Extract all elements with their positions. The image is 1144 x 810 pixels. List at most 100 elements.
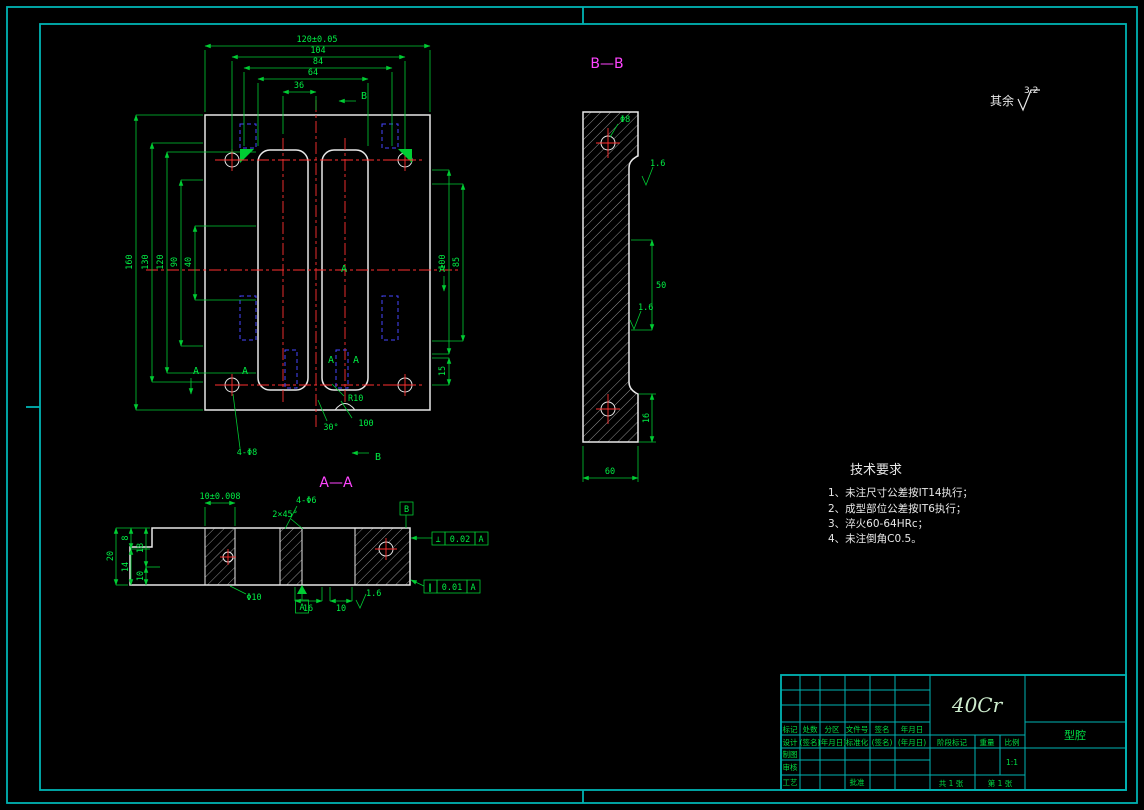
- angle-label: 30°: [323, 423, 338, 433]
- dim-label: 8: [121, 535, 131, 540]
- fcf-perpendicularity: ⊥ 0.02 A: [410, 531, 489, 546]
- aa-chamfer-note: 2×45°: [272, 510, 298, 520]
- dim-label: 20: [106, 551, 116, 561]
- fcf-symbol: ∥: [428, 583, 432, 593]
- part-name: 型腔: [1064, 728, 1086, 742]
- tb-cell: 处数: [803, 724, 818, 734]
- cad-drawing-canvas: 120±0.05 104 84 64 36 160 130 120 90 40 …: [0, 0, 1144, 810]
- radius-label: R10: [348, 394, 363, 404]
- roughness-icon: [641, 166, 654, 187]
- dim-label: 130: [141, 254, 151, 269]
- sheet-frame: [6, 6, 1138, 804]
- fcf-datum: A: [470, 583, 475, 593]
- bb-dim-60: 60: [605, 467, 615, 477]
- tb-cell: (签名): [872, 737, 893, 747]
- tb-cell: 工艺: [783, 778, 798, 787]
- dim-label: 10: [136, 571, 146, 581]
- drawing-sheet: 120±0.05 104 84 64 36 160 130 120 90 40 …: [6, 6, 1138, 804]
- sheet-number: 第 1 张: [988, 778, 1013, 788]
- aa-holes-note: 4-Φ6: [296, 496, 316, 506]
- fcf-datum: A: [478, 535, 483, 545]
- hole-callout: 4-Φ8: [237, 448, 257, 458]
- tb-cell: 标准化: [846, 737, 869, 747]
- top-dimensions: 120±0.05 104 84 64 36: [204, 35, 431, 151]
- section-a-letter: A: [341, 264, 347, 275]
- dim-label: 160: [125, 254, 135, 269]
- tb-cell: 批准: [850, 777, 865, 787]
- stage-label: 阶段标记: [937, 737, 967, 747]
- left-dimensions: 160 130 120 90 40: [125, 114, 256, 411]
- scale-value: 1:1: [1006, 758, 1018, 767]
- section-a-letter: A: [193, 366, 199, 377]
- aa-dim-10: 10: [336, 604, 346, 614]
- hidden-lines: [239, 123, 399, 389]
- dim-label: 120±0.05: [297, 35, 338, 45]
- tech-item: 1、未注尺寸公差按IT14执行；: [828, 486, 973, 499]
- tech-title: 技术要求: [850, 463, 902, 478]
- title-block: 40Cr 型腔 标记 处数 分区 文件号 签名 年月日 设计 (签名) (年月日…: [780, 674, 1127, 791]
- bb-dim-16: 16: [642, 413, 652, 423]
- weight-label: 重量: [980, 738, 995, 747]
- tb-cell: 审核: [783, 762, 798, 772]
- scale-label: 比例: [1005, 737, 1020, 747]
- main-view: 120±0.05 104 84 64 36 160 130 120 90 40 …: [125, 35, 466, 463]
- aa-hatch: [205, 528, 410, 585]
- dim-label: 104: [310, 46, 325, 56]
- sheet-total: 共 1 张: [939, 779, 964, 788]
- surface-note-prefix: 其余: [990, 93, 1014, 108]
- dim-label: 15: [438, 366, 448, 376]
- datum-letter: A: [299, 603, 304, 613]
- right-dimensions: 100 85 15: [432, 169, 466, 386]
- tb-cell: 制图: [783, 749, 798, 759]
- bb-hole-note: Φ8: [620, 115, 630, 125]
- tb-cell: 分区: [825, 725, 840, 734]
- roughness-icon: [355, 593, 367, 609]
- dim-label: 36: [294, 81, 304, 91]
- fcf-tolerance: 0.01: [442, 583, 462, 593]
- bottom-annotations: R10 30° 100 4-Φ8: [232, 383, 374, 458]
- bb-outline: [582, 111, 639, 443]
- tb-cell: (年月日): [898, 737, 926, 747]
- section-cut-marks: B B A A A A A A: [188, 91, 447, 463]
- technical-requirements: 技术要求 1、未注尺寸公差按IT14执行； 2、成型部位公差按IT6执行； 3、…: [828, 463, 973, 545]
- section-a-letter: A: [328, 355, 334, 366]
- surface-note-value: 3.2: [1024, 86, 1038, 96]
- dim-label: 85: [452, 257, 462, 267]
- tb-cell: 文件号: [846, 724, 869, 734]
- bb-dim-50: 50: [656, 281, 666, 291]
- tech-item: 2、成型部位公差按IT6执行；: [828, 502, 966, 515]
- aa-section-view: A—A 10±0.008 4-Φ6 2×45° 20 8 14 18 10 Φ1…: [106, 475, 489, 614]
- roughness-value: 1.6: [638, 303, 653, 313]
- fcf-symbol: ⊥: [435, 535, 440, 545]
- roughness-value: 1.6: [650, 159, 665, 169]
- bb-section-view: B—B Φ8 50 16 60 1.6 1.6: [582, 56, 666, 482]
- dim-label: 40: [184, 257, 194, 267]
- datum-b-flag: B: [399, 501, 414, 528]
- section-b-letter: B: [375, 452, 381, 463]
- dim-label: 64: [308, 68, 318, 78]
- locator-mark-left: [240, 149, 254, 163]
- aa-dia-note: Φ10: [246, 593, 261, 603]
- fcf-parallelism: ∥ 0.01 A: [410, 579, 481, 594]
- section-b-letter: B: [361, 91, 367, 102]
- corner-holes: [221, 149, 416, 396]
- section-aa-title: A—A: [319, 475, 353, 491]
- fcf-tolerance: 0.02: [450, 535, 470, 545]
- dim-label: 18: [136, 543, 146, 553]
- section-a-letter: A: [353, 355, 359, 366]
- roughness-icon: [629, 310, 642, 331]
- tb-cell: 年月日: [901, 724, 924, 734]
- tb-cell: (年月日): [818, 737, 846, 747]
- tb-cell: 设计: [783, 737, 798, 747]
- section-bb-title: B—B: [590, 56, 623, 72]
- surface-finish-note: 其余 3.2: [990, 86, 1040, 112]
- datum-letter: B: [404, 505, 409, 515]
- tech-item: 3、淬火60-64HRc；: [828, 517, 928, 530]
- dim-label: 90: [170, 257, 180, 267]
- dim-label: 120: [156, 254, 166, 269]
- tech-item: 4、未注倒角C0.5。: [828, 532, 922, 545]
- dim-label: 84: [313, 57, 323, 67]
- dim-label: 14: [121, 562, 131, 572]
- aa-fit-dim: 10±0.008: [200, 492, 241, 502]
- material-label: 40Cr: [951, 693, 1004, 717]
